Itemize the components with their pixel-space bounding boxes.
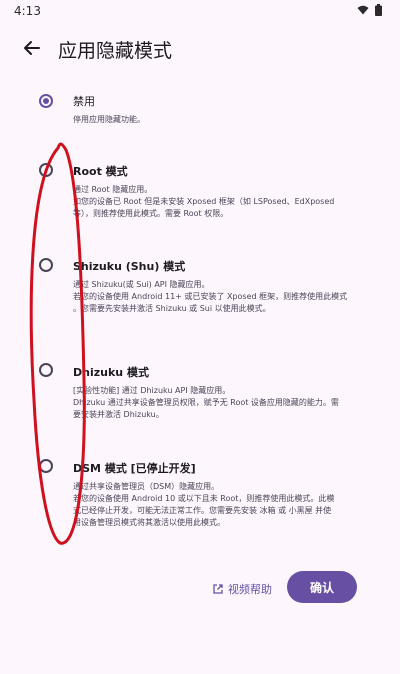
radio-root[interactable] xyxy=(39,163,53,177)
option-desc: [实验性功能] 通过 Dhizuku API 隐藏应用。 Dhizuku 通过共… xyxy=(73,386,339,419)
page-title: 应用隐藏模式 xyxy=(58,40,173,62)
radio-dhizuku[interactable] xyxy=(39,363,53,377)
status-bar: 4:13 xyxy=(0,0,400,28)
video-help-label: 视频帮助 xyxy=(228,583,272,596)
wifi-icon xyxy=(357,5,369,15)
option-desc: 停用应用隐藏功能。 xyxy=(73,115,145,124)
external-link-icon xyxy=(213,584,223,594)
option-title: Shizuku (Shu) 模式 xyxy=(73,260,186,273)
app-bar: 应用隐藏模式 xyxy=(0,28,400,68)
confirm-button[interactable]: 确认 xyxy=(287,571,357,603)
radio-disabled[interactable] xyxy=(39,94,53,108)
status-time: 4:13 xyxy=(14,4,41,18)
option-desc: 通过共享设备管理员（DSM）隐藏应用。 若您的设备使用 Android 10 或… xyxy=(73,482,335,527)
radio-dsm[interactable] xyxy=(39,459,53,473)
option-desc: 通过 Shizuku(或 Sui) API 隐藏应用。 若您的设备使用 Andr… xyxy=(73,280,348,313)
option-title: Dhizuku 模式 xyxy=(73,366,149,379)
option-title: 禁用 xyxy=(73,95,95,108)
option-desc: 通过 Root 隐藏应用。 如您的设备已 Root 但是未安装 Xposed 框… xyxy=(73,185,335,218)
video-help-link[interactable]: 视频帮助 xyxy=(212,580,272,598)
option-title: DSM 模式 [已停止开发] xyxy=(73,462,196,475)
option-title: Root 模式 xyxy=(73,165,128,178)
arrow-left-icon xyxy=(24,41,40,55)
battery-icon xyxy=(375,4,382,16)
back-button[interactable] xyxy=(18,34,46,62)
radio-shizuku[interactable] xyxy=(39,258,53,272)
status-icons xyxy=(357,4,382,16)
